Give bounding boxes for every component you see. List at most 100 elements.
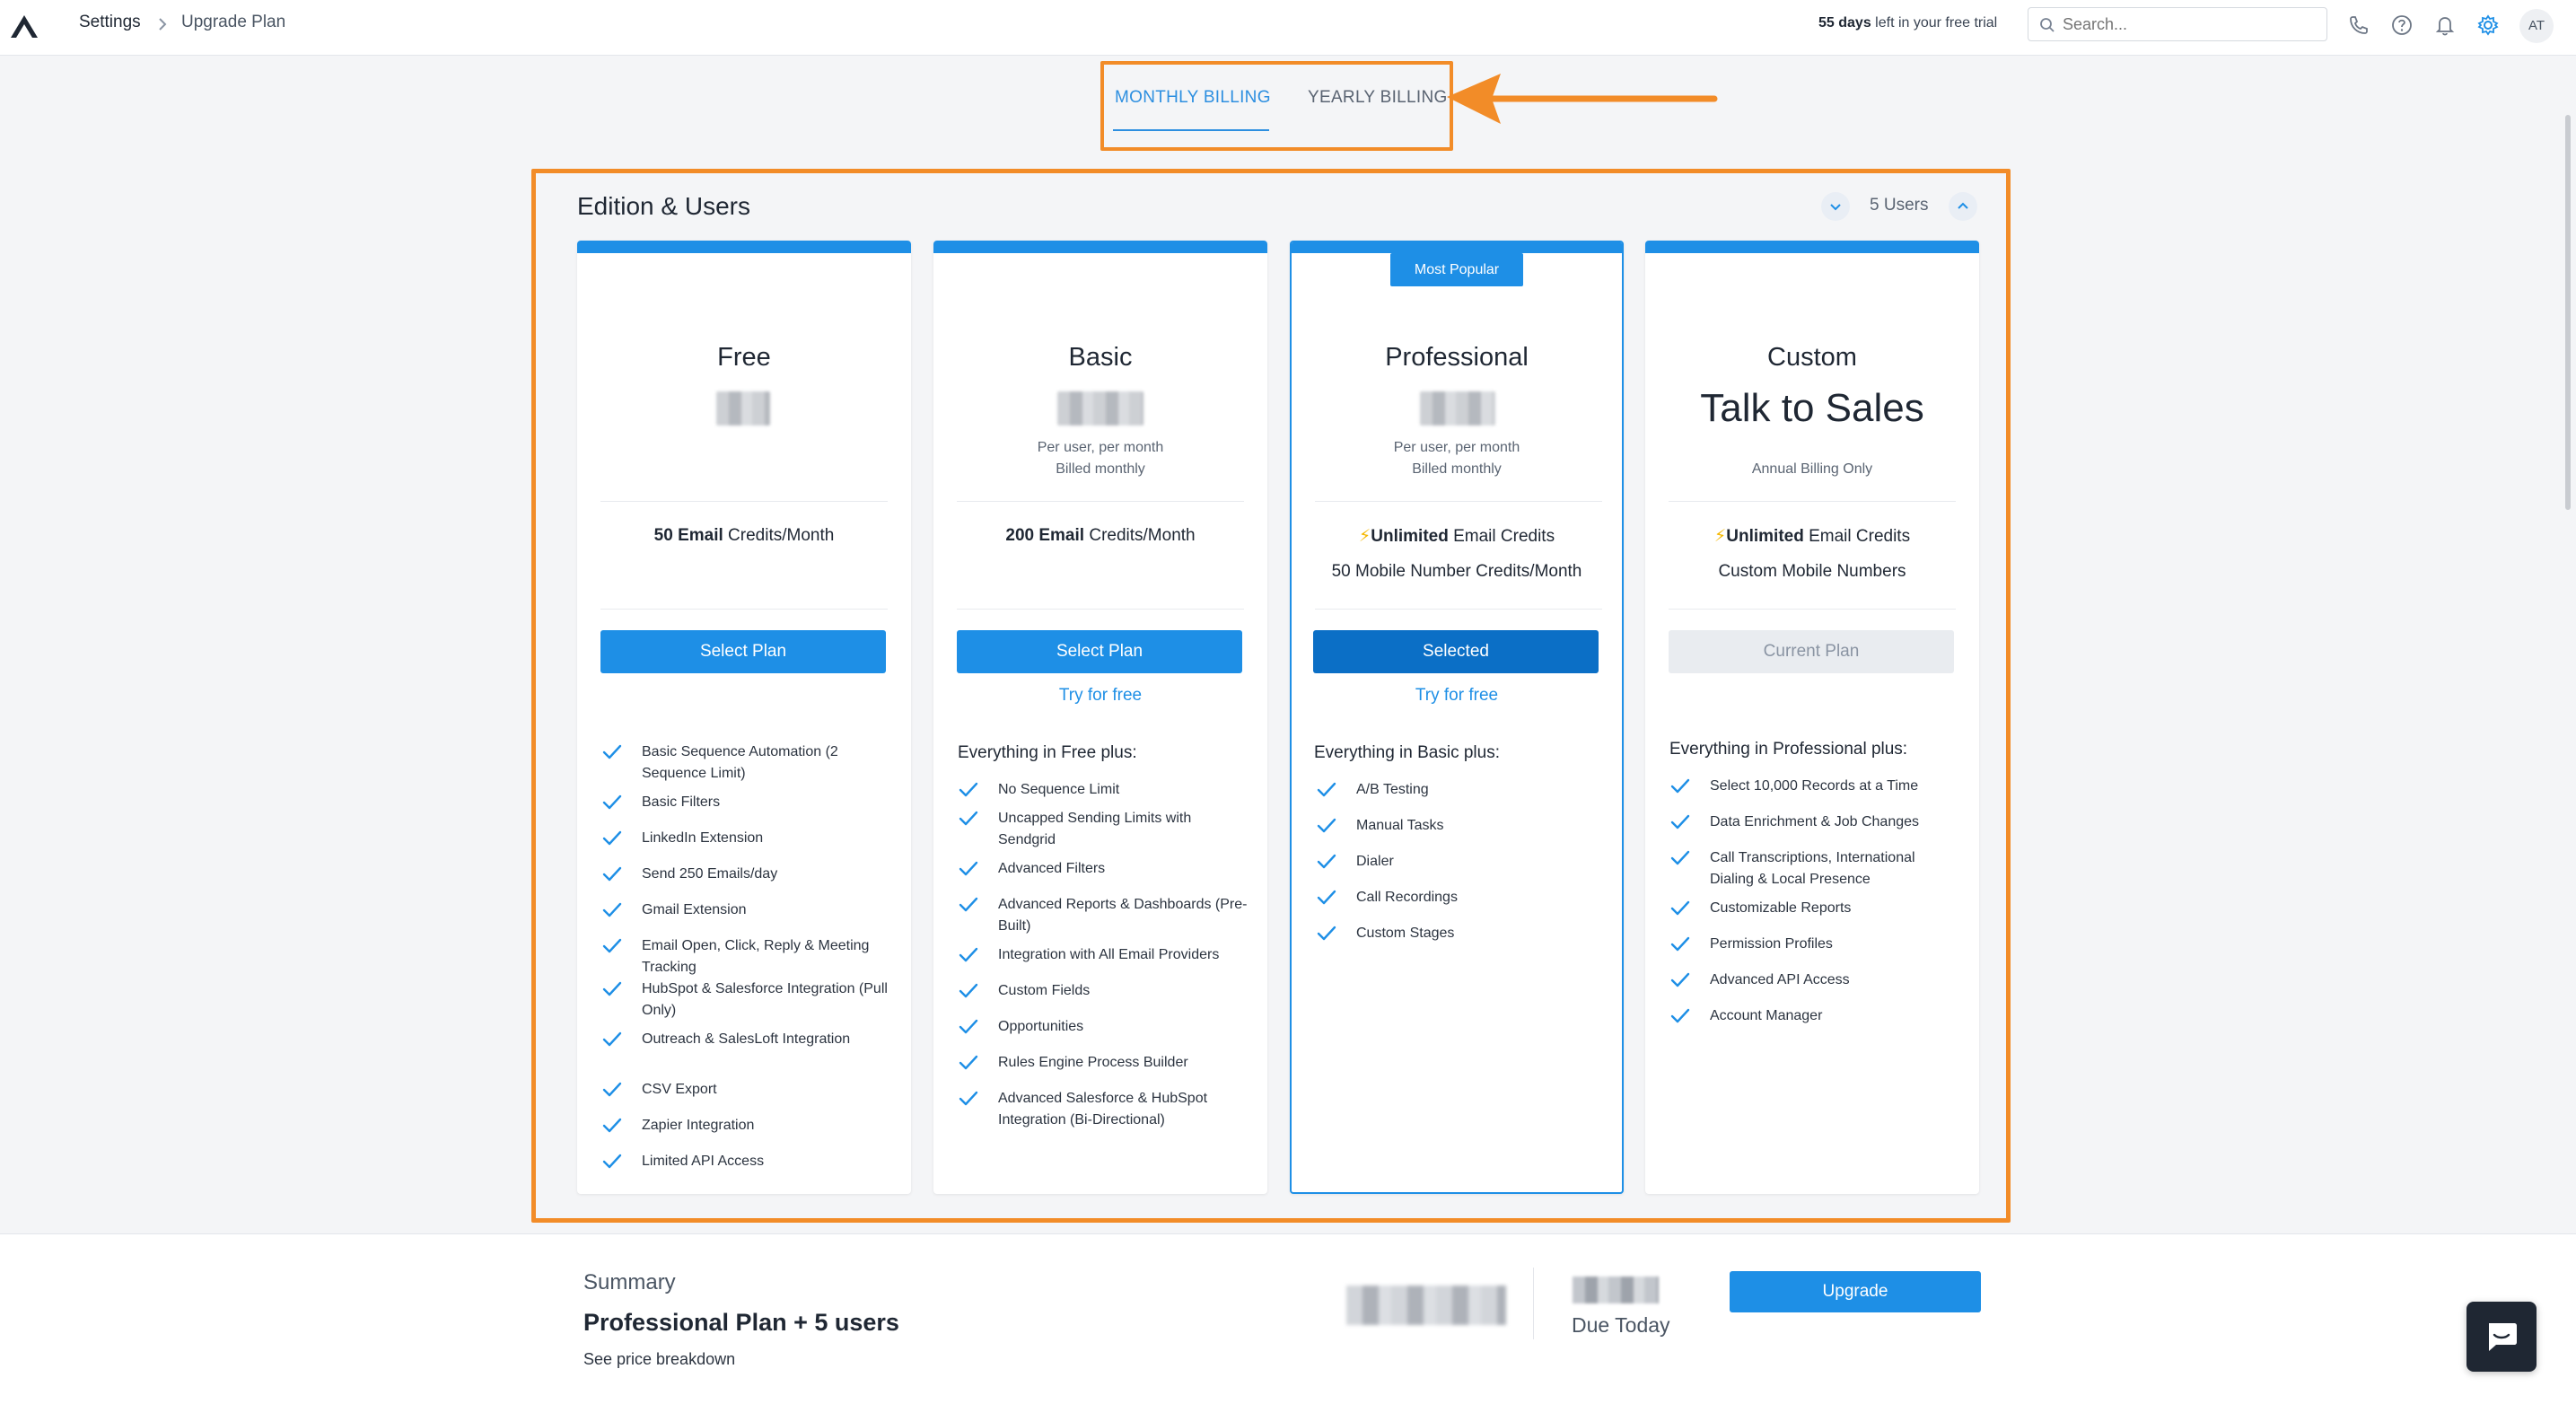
chat-launcher[interactable] (2466, 1302, 2537, 1372)
search-icon (2040, 18, 2055, 32)
feature-text: HubSpot & Salesforce Integration (Pull O… (642, 981, 888, 1018)
check-icon (602, 938, 622, 953)
divider (957, 501, 1244, 502)
price-redacted (716, 391, 770, 426)
check-icon (959, 811, 978, 826)
divider (600, 501, 888, 502)
feature-text: Call Transcriptions, International Diali… (1710, 850, 1915, 887)
feature-text: Advanced Reports & Dashboards (Pre-Built… (998, 897, 1248, 934)
feature-text: Integration with All Email Providers (998, 947, 1220, 962)
try-for-free-link[interactable]: Try for free (1292, 686, 1622, 706)
check-icon (1670, 850, 1690, 865)
feature-text: Advanced API Access (1710, 972, 1850, 987)
app-logo-icon[interactable] (9, 13, 39, 39)
plan-card-professional: Professional Per user, per month Billed … (1290, 241, 1624, 1194)
annual-billing-note: Annual Billing Only (1751, 461, 1873, 477)
check-icon (602, 1031, 622, 1047)
divider (600, 609, 888, 610)
gear-icon[interactable] (2475, 13, 2501, 38)
page-scrollbar[interactable] (2565, 115, 2571, 510)
most-popular-badge: Most Popular (1390, 253, 1523, 286)
price-redacted (1420, 391, 1495, 426)
plan-card-basic: Basic Per user, per month Billed monthly… (933, 241, 1267, 1194)
price-note-billing: Billed monthly (1056, 461, 1145, 477)
divider (1315, 501, 1602, 502)
feature-text: Email Open, Click, Reply & Meeting Track… (642, 938, 870, 975)
summary-title: Summary (583, 1270, 676, 1294)
email-credits: 200 Email Credits/Month (933, 526, 1267, 546)
feature-text: Basic Sequence Automation (2 Sequence Li… (642, 744, 838, 781)
credit-amount: Unlimited (1371, 527, 1449, 546)
annotation-arrow-icon (1447, 74, 1718, 124)
price-note-period: Per user, per month (1393, 440, 1520, 455)
credit-unit: Email Credits (1803, 527, 1911, 546)
upgrade-button[interactable]: Upgrade (1730, 1271, 1981, 1312)
mobile-numbers: Custom Mobile Numbers (1718, 562, 1906, 581)
check-icon (602, 830, 622, 846)
chevron-right-icon (159, 18, 167, 31)
check-icon (602, 866, 622, 882)
feature-text: Advanced Salesforce & HubSpot Integratio… (998, 1091, 1208, 1128)
try-for-free-link[interactable]: Try for free (933, 686, 1267, 706)
check-icon (959, 947, 978, 962)
check-icon (1670, 936, 1690, 952)
credit-unit: Credits/Month (1084, 526, 1196, 545)
feature-text: No Sequence Limit (998, 782, 1120, 797)
help-icon[interactable] (2389, 13, 2414, 38)
check-icon (1670, 900, 1690, 916)
check-icon (602, 1082, 622, 1097)
feature-text: Manual Tasks (1356, 818, 1444, 833)
chat-icon (2489, 1323, 2517, 1351)
credit-amount: 200 Email (1005, 526, 1085, 545)
divider (1669, 609, 1956, 610)
credit-amount: Unlimited (1726, 527, 1804, 546)
check-icon (1670, 814, 1690, 829)
card-top-stripe (577, 241, 911, 253)
breadcrumb-current: Upgrade Plan (181, 13, 286, 31)
select-plan-button[interactable]: Select Plan (600, 630, 886, 673)
trial-notice: 55 days left in your free trial (1818, 15, 1997, 31)
check-icon (959, 1055, 978, 1070)
bell-icon[interactable] (2432, 13, 2458, 38)
check-icon (1317, 818, 1336, 833)
feature-text: CSV Export (642, 1082, 717, 1097)
select-plan-button[interactable]: Select Plan (957, 630, 1242, 673)
user-avatar[interactable]: AT (2519, 9, 2554, 43)
increase-users-button[interactable] (1949, 192, 1977, 221)
tab-monthly-billing[interactable]: MONTHLY BILLING (1115, 88, 1271, 108)
feature-text: Send 250 Emails/day (642, 866, 778, 882)
check-icon (602, 1154, 622, 1169)
plan-name: Free (717, 343, 771, 372)
card-top-stripe (933, 241, 1267, 253)
feature-text: Limited API Access (642, 1154, 765, 1169)
price-breakdown-link[interactable]: See price breakdown (583, 1350, 735, 1369)
feature-text: Rules Engine Process Builder (998, 1055, 1188, 1070)
search-box[interactable] (2028, 7, 2327, 41)
selected-plan-button[interactable]: Selected (1313, 630, 1599, 673)
check-icon (1317, 926, 1336, 941)
trial-suffix: left in your free trial (1871, 15, 1998, 31)
check-icon (1317, 854, 1336, 869)
current-plan-button[interactable]: Current Plan (1669, 630, 1954, 673)
divider (1315, 609, 1602, 610)
chevron-up-icon (1958, 202, 1968, 209)
decrease-users-button[interactable] (1821, 192, 1850, 221)
credit-unit: Email Credits (1448, 527, 1555, 546)
breadcrumb-settings[interactable]: Settings (79, 13, 141, 32)
search-input[interactable] (2063, 12, 2319, 37)
summary-plan: Professional Plan + 5 users (583, 1309, 899, 1336)
total-price-redacted (1346, 1286, 1506, 1325)
check-icon (959, 782, 978, 797)
check-icon (1670, 972, 1690, 987)
check-icon (959, 897, 978, 912)
check-icon (602, 902, 622, 917)
credit-amount: 50 Email (653, 526, 723, 545)
tab-yearly-billing[interactable]: YEARLY BILLING (1308, 88, 1448, 108)
feature-text: A/B Testing (1356, 782, 1429, 797)
price-note-period: Per user, per month (1037, 440, 1164, 455)
everything-in-professional: Everything in Professional plus: (1669, 740, 1908, 759)
feature-text: Permission Profiles (1710, 936, 1833, 952)
card-top-stripe (1292, 242, 1622, 253)
phone-icon[interactable] (2346, 13, 2371, 38)
plan-name: Custom (1767, 343, 1857, 372)
